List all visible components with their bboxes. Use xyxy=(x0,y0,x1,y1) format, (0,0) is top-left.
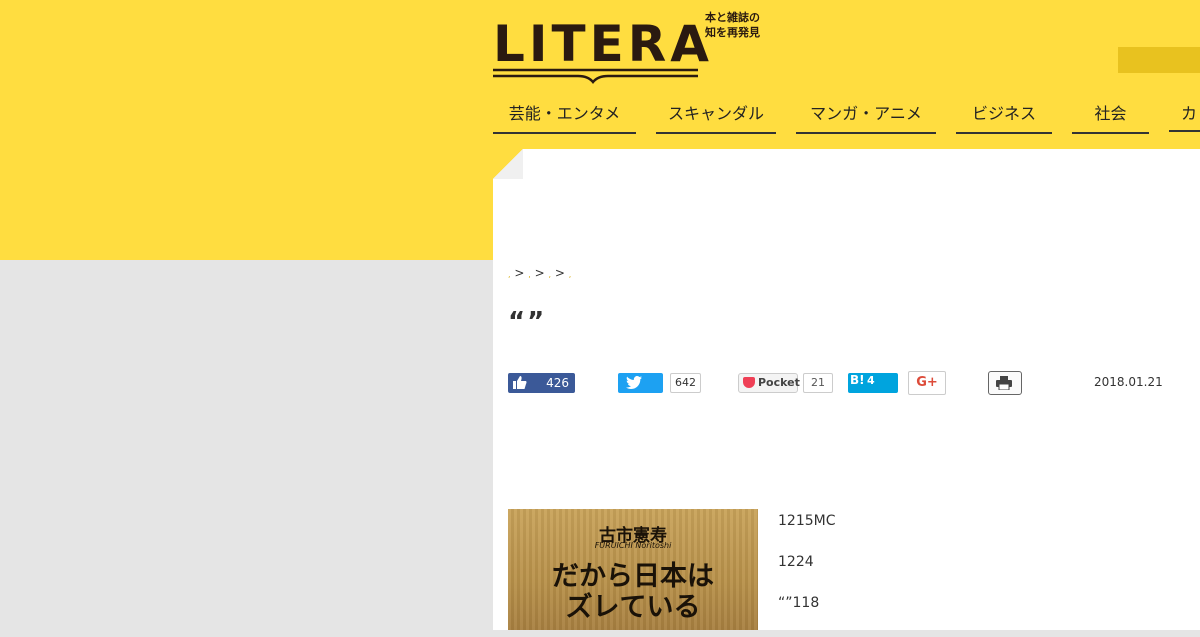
hatena-icon: B! xyxy=(850,373,865,387)
logo-tagline-line1: 本と雑誌の xyxy=(705,11,760,24)
logo-tagline-line2: 知を再発見 xyxy=(705,26,760,39)
breadcrumb-link-subcategory[interactable]: , xyxy=(549,270,552,279)
logo-wordmark: LITERA xyxy=(493,15,713,73)
site-logo[interactable]: LITERA 本と雑誌の 知を再発見 xyxy=(493,10,773,85)
article-paragraph: “”118 xyxy=(778,595,820,611)
book-title-line1: だから日本は xyxy=(552,561,714,592)
facebook-count: 426 xyxy=(546,376,569,390)
printer-icon xyxy=(996,376,1012,390)
card-corner-fold xyxy=(493,149,523,179)
nav-item-manga-anime[interactable]: マンガ・アニメ xyxy=(796,100,936,134)
article-title: “” xyxy=(508,307,547,337)
nav-item-scandal[interactable]: スキャンダル xyxy=(656,100,776,134)
search-input[interactable] xyxy=(1118,47,1200,73)
print-button[interactable] xyxy=(988,371,1022,395)
share-bar: 426 642 Pocket 21 B! 4 G+ 2018.01.21 xyxy=(508,371,1188,395)
breadcrumb-separator: > xyxy=(534,266,545,280)
book-author-english: FURUICHI Noritoshi xyxy=(594,541,672,550)
breadcrumb-link-home[interactable]: , xyxy=(508,270,511,279)
nav-item-more[interactable]: カ xyxy=(1169,100,1200,132)
book-title-line2: ズレている xyxy=(565,592,701,623)
publish-date: 2018.01.21 xyxy=(1094,375,1163,389)
twitter-share-button[interactable] xyxy=(618,373,663,393)
twitter-bird-icon xyxy=(626,376,642,389)
breadcrumb-separator: > xyxy=(554,266,565,280)
pocket-count: 21 xyxy=(803,373,833,393)
nav-item-business[interactable]: ビジネス xyxy=(956,100,1052,134)
facebook-like-button[interactable]: 426 xyxy=(508,373,575,393)
breadcrumb-link-category[interactable]: , xyxy=(528,270,531,279)
article-paragraph: 1215MC xyxy=(778,513,836,529)
logo-tagline: 本と雑誌の 知を再発見 xyxy=(705,10,775,40)
nav-item-society[interactable]: 社会 xyxy=(1072,100,1149,134)
pocket-label: Pocket xyxy=(758,376,800,389)
twitter-count: 642 xyxy=(670,373,701,393)
breadcrumb-separator: > xyxy=(514,266,525,280)
article-body: 1215MC 1224 “”118 xyxy=(778,514,835,637)
book-title: だから日本は ズレている xyxy=(508,561,758,623)
breadcrumb-current: , xyxy=(568,270,572,279)
breadcrumb: , > , > , > , xyxy=(508,266,571,280)
hatena-bookmark-button[interactable]: B! 4 xyxy=(848,373,898,393)
pocket-icon xyxy=(743,377,755,388)
thumbs-up-icon xyxy=(513,376,527,389)
article-card: , > , > , > , “” 426 642 Pocket 21 B! 4 … xyxy=(493,149,1200,630)
book-cover-image: 古市憲寿 FURUICHI Noritoshi だから日本は ズレている xyxy=(508,509,758,630)
pocket-save-button[interactable]: Pocket xyxy=(738,373,800,393)
google-plus-button[interactable]: G+ xyxy=(908,371,946,395)
open-book-icon xyxy=(493,68,698,84)
nav-item-entertainment[interactable]: 芸能・エンタメ xyxy=(493,100,636,134)
hatena-count: 4 xyxy=(867,374,875,387)
article-paragraph: 1224 xyxy=(778,554,814,570)
